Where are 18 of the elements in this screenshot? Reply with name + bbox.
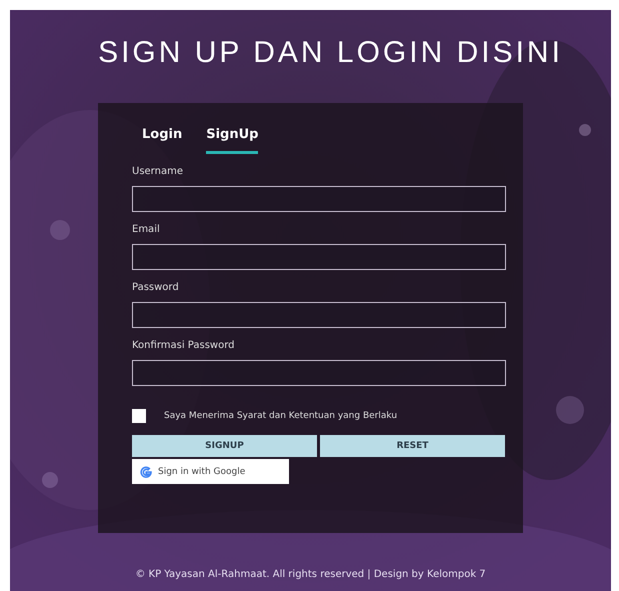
footer-text: © KP Yayasan Al-Rahmaat. All rights reserved | Design by Kelompok 7	[135, 569, 486, 580]
input-field[interactable]	[132, 302, 506, 328]
input-field[interactable]	[132, 244, 506, 270]
form-button[interactable]: RESET	[320, 435, 505, 457]
terms-label: Saya Menerima Syarat dan Ketentuan yang Berlaku	[164, 411, 398, 421]
field-label: Konfirmasi Password	[132, 340, 236, 351]
form-button[interactable]: SIGNUP	[132, 435, 317, 457]
tab[interactable]: Login	[142, 123, 182, 154]
google-signin-button[interactable]: Sign in with Google	[132, 459, 289, 484]
page-title: SIGN UP DAN LOGIN DISINI	[98, 36, 563, 70]
field-label: Email	[132, 224, 161, 235]
input-field[interactable]	[132, 186, 506, 212]
field-label: Password	[132, 282, 180, 293]
tab[interactable]: SignUp	[206, 123, 258, 154]
input-field[interactable]	[132, 360, 506, 386]
field-label: Username	[132, 166, 184, 177]
google-icon	[140, 466, 152, 478]
terms-checkbox[interactable]	[132, 409, 146, 423]
